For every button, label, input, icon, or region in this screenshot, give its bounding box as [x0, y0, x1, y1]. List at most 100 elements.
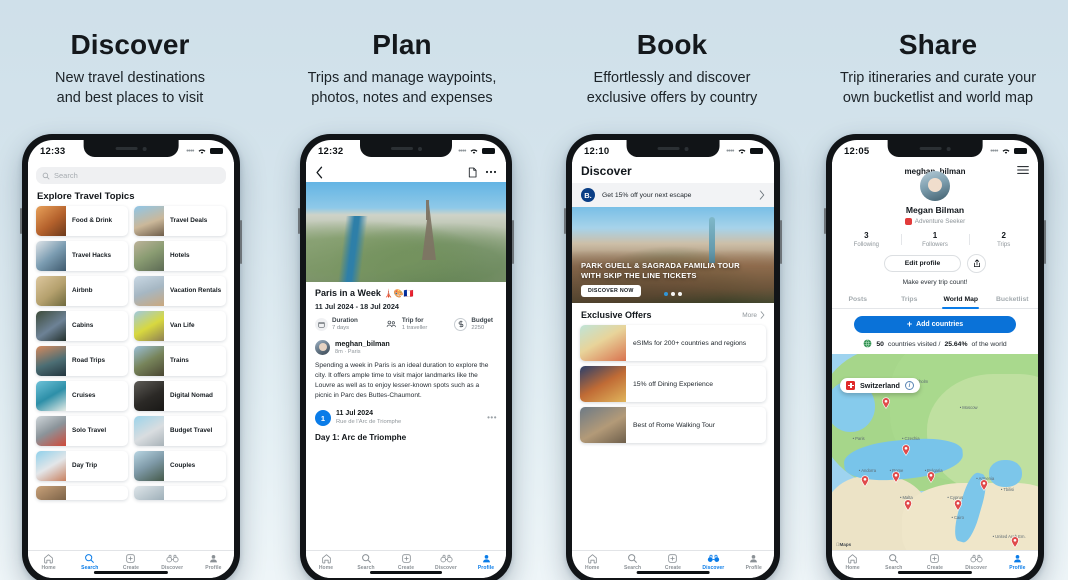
tab-label: Home — [845, 565, 860, 571]
promo-text: Get 15% off your next escape — [602, 191, 692, 199]
stat-followers[interactable]: 1 Followers — [900, 231, 970, 248]
topic-card[interactable]: Digital Nomad — [134, 381, 226, 411]
column-subtitle-line2: photos, notes and expenses — [311, 90, 493, 106]
post-author[interactable]: meghan_bilman 8m · Paris — [315, 339, 497, 355]
phone3-screen: 12:10 •••• Discover B. Get 15% off your … — [572, 140, 774, 578]
tab-create[interactable]: Create — [653, 553, 693, 571]
profile-tab-bucketlist[interactable]: Bucketlist — [987, 292, 1039, 308]
itinerary-day-entry[interactable]: 1 11 Jul 2024 Rue de l'Arc de Triomphe •… — [315, 410, 497, 426]
topic-card[interactable]: Travel Deals — [134, 206, 226, 236]
topic-card[interactable]: Trains — [134, 346, 226, 376]
edit-profile-button[interactable]: Edit profile — [883, 255, 962, 272]
carousel-dot[interactable] — [671, 292, 675, 296]
tab-home[interactable]: Home — [306, 553, 346, 571]
offer-card[interactable]: 15% off Dining Experience — [580, 366, 766, 402]
topic-card[interactable]: Day Trip — [36, 451, 128, 481]
status-time: 12:32 — [318, 145, 344, 157]
topic-thumbnail — [134, 416, 164, 446]
topic-card[interactable]: Hotels — [134, 241, 226, 271]
info-icon[interactable]: i — [904, 381, 914, 390]
tab-discover[interactable]: Discover — [152, 553, 193, 571]
add-countries-button[interactable]: + Add countries — [854, 316, 1016, 333]
share-button[interactable] — [967, 254, 987, 273]
marketing-screenshot-stage: Discover New travel destinations and bes… — [0, 0, 1068, 580]
tab-create[interactable]: Create — [914, 553, 955, 571]
topic-label: Trains — [170, 357, 189, 364]
topic-card[interactable]: Vacation Rentals — [134, 276, 226, 306]
ellipsis-icon[interactable] — [485, 170, 497, 174]
tab-search[interactable]: Search — [69, 553, 110, 571]
topic-card[interactable]: Food & Drink — [36, 206, 128, 236]
topic-thumbnail — [134, 451, 164, 481]
tab-search[interactable]: Search — [346, 553, 386, 571]
carousel-dots[interactable] — [664, 292, 682, 296]
home-icon — [587, 554, 597, 564]
tab-discover[interactable]: Discover — [693, 553, 733, 571]
notch — [360, 140, 452, 157]
tab-search[interactable]: Search — [873, 553, 914, 571]
topic-card[interactable]: Travel Hacks — [36, 241, 128, 271]
topic-card[interactable]: Airbnb — [36, 276, 128, 306]
topic-card[interactable]: Budget Travel — [134, 416, 226, 446]
topic-thumbnail — [36, 451, 66, 481]
profile-tagline: Make every trip count! — [902, 279, 968, 286]
switzerland-flag-icon — [846, 381, 855, 390]
trip-emojis: 🗼🎨🇫🇷 — [383, 288, 414, 298]
status-icons: •••• — [186, 147, 223, 155]
tab-profile[interactable]: Profile — [997, 553, 1038, 571]
more-link[interactable]: More — [742, 311, 765, 319]
tab-home[interactable]: Home — [572, 553, 612, 571]
hamburger-icon[interactable] — [1017, 162, 1029, 180]
stat-value: 3 — [864, 231, 869, 240]
tab-create[interactable]: Create — [386, 553, 426, 571]
profile-tab-trips[interactable]: Trips — [884, 292, 936, 308]
tab-profile[interactable]: Profile — [193, 553, 234, 571]
stat-trips[interactable]: 2 Trips — [969, 231, 1038, 248]
carousel-dot[interactable] — [678, 292, 682, 296]
profile-tab-world-map[interactable]: World Map — [935, 292, 987, 309]
featured-tour-banner[interactable]: PARK GUELL & SAGRADA FAMILIA TOUR WITH S… — [572, 207, 774, 303]
topic-card[interactable]: Road Trips — [36, 346, 128, 376]
ellipsis-icon[interactable]: ••• — [487, 413, 497, 422]
trip-hero-image — [306, 182, 506, 282]
topic-card[interactable]: Couples — [134, 451, 226, 481]
map-label: Moscow — [960, 405, 977, 410]
carousel-dot[interactable] — [664, 292, 668, 296]
tab-search[interactable]: Search — [612, 553, 652, 571]
map-label: Andorra — [859, 468, 876, 473]
offer-card[interactable]: Best of Rome Walking Tour — [580, 407, 766, 443]
tab-discover[interactable]: Discover — [956, 553, 997, 571]
search-input[interactable]: Search — [36, 167, 226, 184]
countries-visited-stat: 50 countries visited / 25.64% of the wor… — [832, 339, 1038, 354]
tab-label: Home — [318, 565, 334, 571]
map-country-chip[interactable]: Switzerland i — [840, 378, 920, 393]
topic-card[interactable] — [134, 486, 226, 500]
promo-banner[interactable]: B. Get 15% off your next escape — [572, 183, 774, 207]
avatar[interactable] — [920, 171, 950, 201]
tab-create[interactable]: Create — [110, 553, 151, 571]
topic-card[interactable]: Van Life — [134, 311, 226, 341]
chevron-right-icon[interactable] — [759, 190, 765, 200]
topic-card[interactable]: Solo Travel — [36, 416, 128, 446]
topic-card[interactable]: Cruises — [36, 381, 128, 411]
tab-profile[interactable]: Profile — [734, 553, 774, 571]
map-label: United Arab Em. — [993, 534, 1026, 539]
discover-now-button[interactable]: DISCOVER NOW — [581, 285, 641, 297]
stat-following[interactable]: 3 Following — [832, 231, 901, 248]
column-subtitle: Trips and manage waypoints, photos, note… — [280, 68, 524, 108]
topic-card[interactable]: Cabins — [36, 311, 128, 341]
world-map[interactable]: Stockholm Moscow Paris Czechia Andorra R… — [832, 354, 1038, 550]
tab-label: Profile — [205, 565, 222, 571]
status-time: 12:05 — [844, 145, 870, 157]
document-icon[interactable] — [468, 167, 477, 178]
tab-home[interactable]: Home — [28, 553, 69, 571]
wifi-icon — [470, 149, 478, 154]
tab-discover[interactable]: Discover — [426, 553, 466, 571]
tab-home[interactable]: Home — [832, 553, 873, 571]
offer-card[interactable]: eSIMs for 200+ countries and regions — [580, 325, 766, 361]
topic-card[interactable] — [36, 486, 128, 500]
search-icon — [889, 554, 899, 563]
chevron-left-icon[interactable] — [315, 166, 324, 179]
tab-profile[interactable]: Profile — [466, 553, 506, 571]
profile-tab-posts[interactable]: Posts — [832, 292, 884, 308]
